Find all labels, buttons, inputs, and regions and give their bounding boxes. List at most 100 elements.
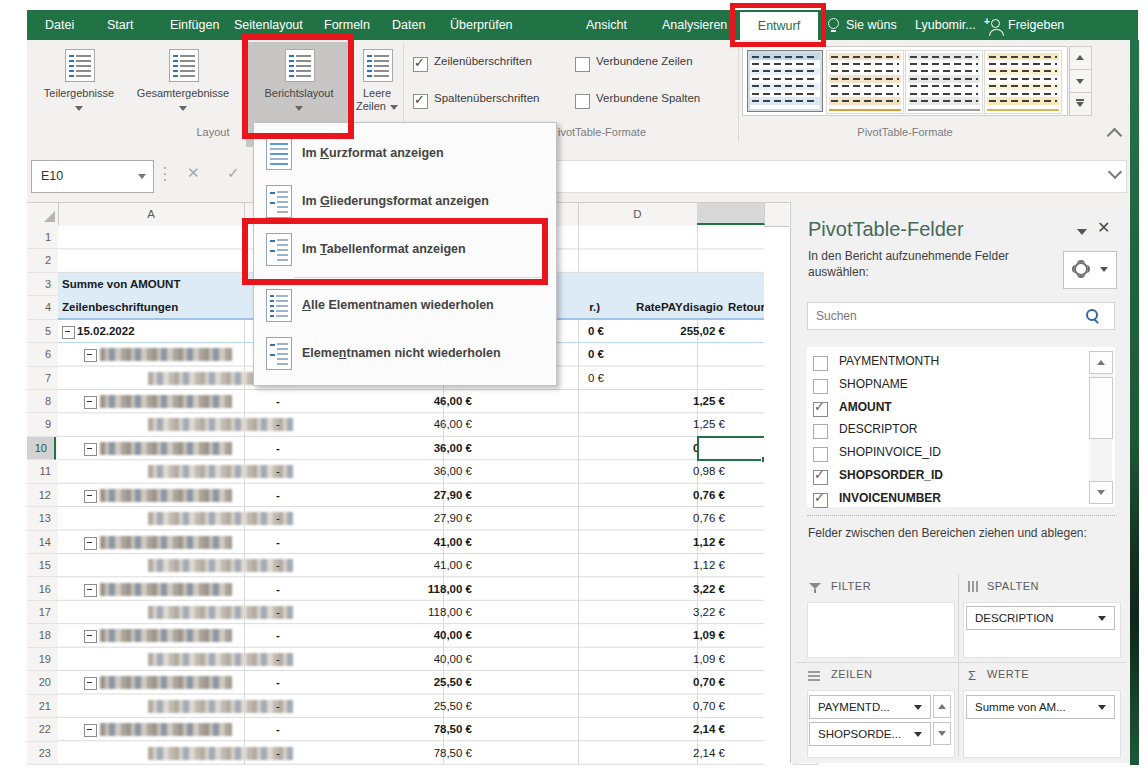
row-header-19[interactable]: 19 <box>27 648 58 671</box>
row-header-18[interactable]: 18 <box>27 624 58 647</box>
checkbox-verbundene-spalten[interactable] <box>575 94 590 109</box>
field-shopsorder_id[interactable]: ✓SHOPSORDER_ID <box>807 467 1077 488</box>
field-shopname[interactable]: SHOPNAME <box>807 376 1077 397</box>
row-header-20[interactable]: 20 <box>27 671 58 694</box>
tab-ansicht[interactable]: Ansicht <box>586 10 627 40</box>
row-header-13[interactable]: 13 <box>27 507 58 530</box>
field-shopname-checkbox[interactable] <box>813 379 828 394</box>
field-paymentmonth[interactable]: PAYMENTMONTH <box>807 353 1077 374</box>
column-header-d[interactable]: D <box>578 203 698 225</box>
tab-freigeben[interactable]: Freigeben <box>1008 10 1064 40</box>
collapse-button-row22[interactable] <box>84 724 97 737</box>
row-header-14[interactable]: 14 <box>27 531 58 554</box>
tab-sie-wüns[interactable]: Sie wüns <box>846 10 897 40</box>
column-header-a[interactable]: A <box>58 203 245 225</box>
row-header-11[interactable]: 11 <box>27 460 58 483</box>
style-thumbnail-3[interactable] <box>905 50 983 114</box>
name-box-dropdown-icon[interactable] <box>138 174 146 179</box>
collapse-button-row12[interactable] <box>84 490 97 503</box>
columns-drop-area[interactable]: DESCRIPTION <box>963 602 1121 658</box>
style-thumbnail-1[interactable] <box>747 50 823 112</box>
gallery-scroll-down[interactable] <box>1069 69 1092 93</box>
selected-cell-e10[interactable] <box>697 436 764 461</box>
row-header-12[interactable]: 12 <box>27 484 58 507</box>
gallery-expand[interactable] <box>1069 92 1092 116</box>
rows-scroll-down[interactable] <box>933 722 951 745</box>
panel-close-icon[interactable]: ✕ <box>1097 218 1110 237</box>
menu-item-elementnamen-nicht-wiederholen[interactable]: Elementnamen nicht wiederholen <box>255 329 553 377</box>
row-header-15[interactable]: 15 <box>27 554 58 577</box>
tab-datei[interactable]: Datei <box>45 10 74 40</box>
row-header-16[interactable]: 16 <box>27 578 58 601</box>
tab-einfügen[interactable]: Einfügen <box>170 10 219 40</box>
rows-drop-area[interactable]: PAYMENTD... SHOPSORDE... <box>807 690 955 758</box>
collapse-button-row18[interactable] <box>84 630 97 643</box>
tab-überprüfen[interactable]: Überprüfen <box>450 10 513 40</box>
collapse-button-row10[interactable] <box>84 443 97 456</box>
field-invoicenumber-checkbox[interactable]: ✓ <box>813 493 828 508</box>
row-header-21[interactable]: 21 <box>27 695 58 718</box>
field-invoicenumber[interactable]: ✓INVOICENUMBER <box>807 490 1077 511</box>
pill-summevonam[interactable]: Summe von AM... <box>966 695 1115 719</box>
collapse-button-row6[interactable] <box>84 349 97 362</box>
field-amount[interactable]: ✓AMOUNT <box>807 399 1077 420</box>
row-label-date[interactable]: 15.02.2022 <box>77 320 135 343</box>
tools-button[interactable] <box>1063 251 1117 289</box>
tab-start[interactable]: Start <box>107 10 133 40</box>
field-amount-checkbox[interactable]: ✓ <box>813 402 828 417</box>
row-header-7[interactable]: 7 <box>27 367 58 390</box>
row-header-22[interactable]: 22 <box>27 718 58 741</box>
checkbox-spaltenüberschriften[interactable]: ✓ <box>413 94 428 109</box>
collapse-button-row14[interactable] <box>84 537 97 550</box>
row-header-3[interactable]: 3 <box>27 273 58 296</box>
field-paymentmonth-checkbox[interactable] <box>813 356 828 371</box>
menu-item-alle-elementnamen-wiederholen[interactable]: Alle Elementnamen wiederholen <box>255 281 553 329</box>
row-header-9[interactable]: 9 <box>27 413 58 436</box>
field-descriptor-checkbox[interactable] <box>813 424 828 439</box>
column-header-e-selected[interactable] <box>697 203 765 225</box>
collapse-button-row20[interactable] <box>84 677 97 690</box>
row-header-8[interactable]: 8 <box>27 390 58 413</box>
panel-dropdown-icon[interactable] <box>1077 229 1087 235</box>
row-header-5[interactable]: 5 <box>27 320 58 343</box>
field-scroll-thumb[interactable] <box>1089 377 1113 439</box>
style-thumbnail-2[interactable] <box>826 50 904 114</box>
pill-paymentd[interactable]: PAYMENTD... <box>809 695 931 719</box>
enter-icon[interactable]: ✓ <box>227 164 240 182</box>
checkbox-zeilenüberschriften[interactable]: ✓ <box>413 57 428 72</box>
collapse-button-row16[interactable] <box>84 584 97 597</box>
row-header-10[interactable]: 10 <box>27 437 56 460</box>
field-scroll-up[interactable] <box>1089 351 1113 374</box>
checkbox-verbundene-zeilen[interactable] <box>575 57 590 72</box>
field-shopsorder_id-checkbox[interactable]: ✓ <box>813 470 828 485</box>
rows-scroll-up[interactable] <box>933 695 951 718</box>
collapse-button-row5[interactable] <box>62 326 75 339</box>
field-scroll-down[interactable] <box>1089 481 1113 504</box>
tab-lyubomir...[interactable]: Lyubomir... <box>915 10 976 40</box>
row-header-17[interactable]: 17 <box>27 601 58 624</box>
field-descriptor[interactable]: DESCRIPTOR <box>807 421 1077 442</box>
name-box[interactable]: E10 <box>31 160 154 193</box>
filter-drop-area[interactable] <box>807 602 955 658</box>
field-shopinvoice_id-checkbox[interactable] <box>813 447 828 462</box>
style-thumbnail-4[interactable] <box>984 50 1062 114</box>
collapse-button-row8[interactable] <box>84 396 97 409</box>
tab-analysieren[interactable]: Analysieren <box>662 10 727 40</box>
field-shopinvoice_id[interactable]: SHOPINVOICE_ID <box>807 444 1077 465</box>
button-teilergebnisse[interactable]: Teilergebnisse <box>36 42 122 158</box>
collapse-ribbon-icon[interactable] <box>1107 128 1123 144</box>
cancel-icon[interactable]: ✕ <box>187 164 200 182</box>
row-header-2[interactable]: 2 <box>27 249 58 272</box>
row-header-6[interactable]: 6 <box>27 343 58 366</box>
values-drop-area[interactable]: Summe von AM... <box>963 690 1121 758</box>
pill-description[interactable]: DESCRIPTION <box>966 606 1115 630</box>
search-box[interactable]: Suchen <box>807 302 1115 330</box>
row-header-4[interactable]: 4 <box>27 296 58 319</box>
row-header-23[interactable]: 23 <box>27 742 58 765</box>
button-gesamtergebnisse[interactable]: Gesamtergebnisse <box>122 42 244 158</box>
row-header-1[interactable]: 1 <box>27 226 58 249</box>
field-list-scrollbar[interactable] <box>1089 351 1112 503</box>
pill-shopsorde[interactable]: SHOPSORDE... <box>809 722 931 746</box>
gallery-scroll-up[interactable] <box>1069 46 1092 70</box>
tab-daten[interactable]: Daten <box>392 10 425 40</box>
